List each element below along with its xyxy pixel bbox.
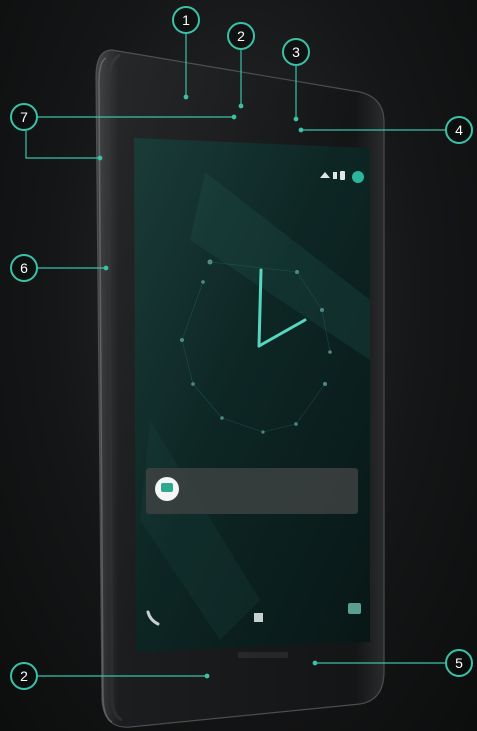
- callout-2-top: 2: [227, 22, 255, 50]
- callout-4: 4: [445, 116, 473, 144]
- callout-1: 1: [172, 6, 200, 34]
- device-photo: [25, 34, 445, 728]
- callout-3: 3: [282, 38, 310, 66]
- callout-5: 5: [445, 649, 473, 677]
- callout-7: 7: [10, 103, 38, 131]
- callout-2-bottom: 2: [10, 662, 38, 690]
- callout-6: 6: [10, 254, 38, 282]
